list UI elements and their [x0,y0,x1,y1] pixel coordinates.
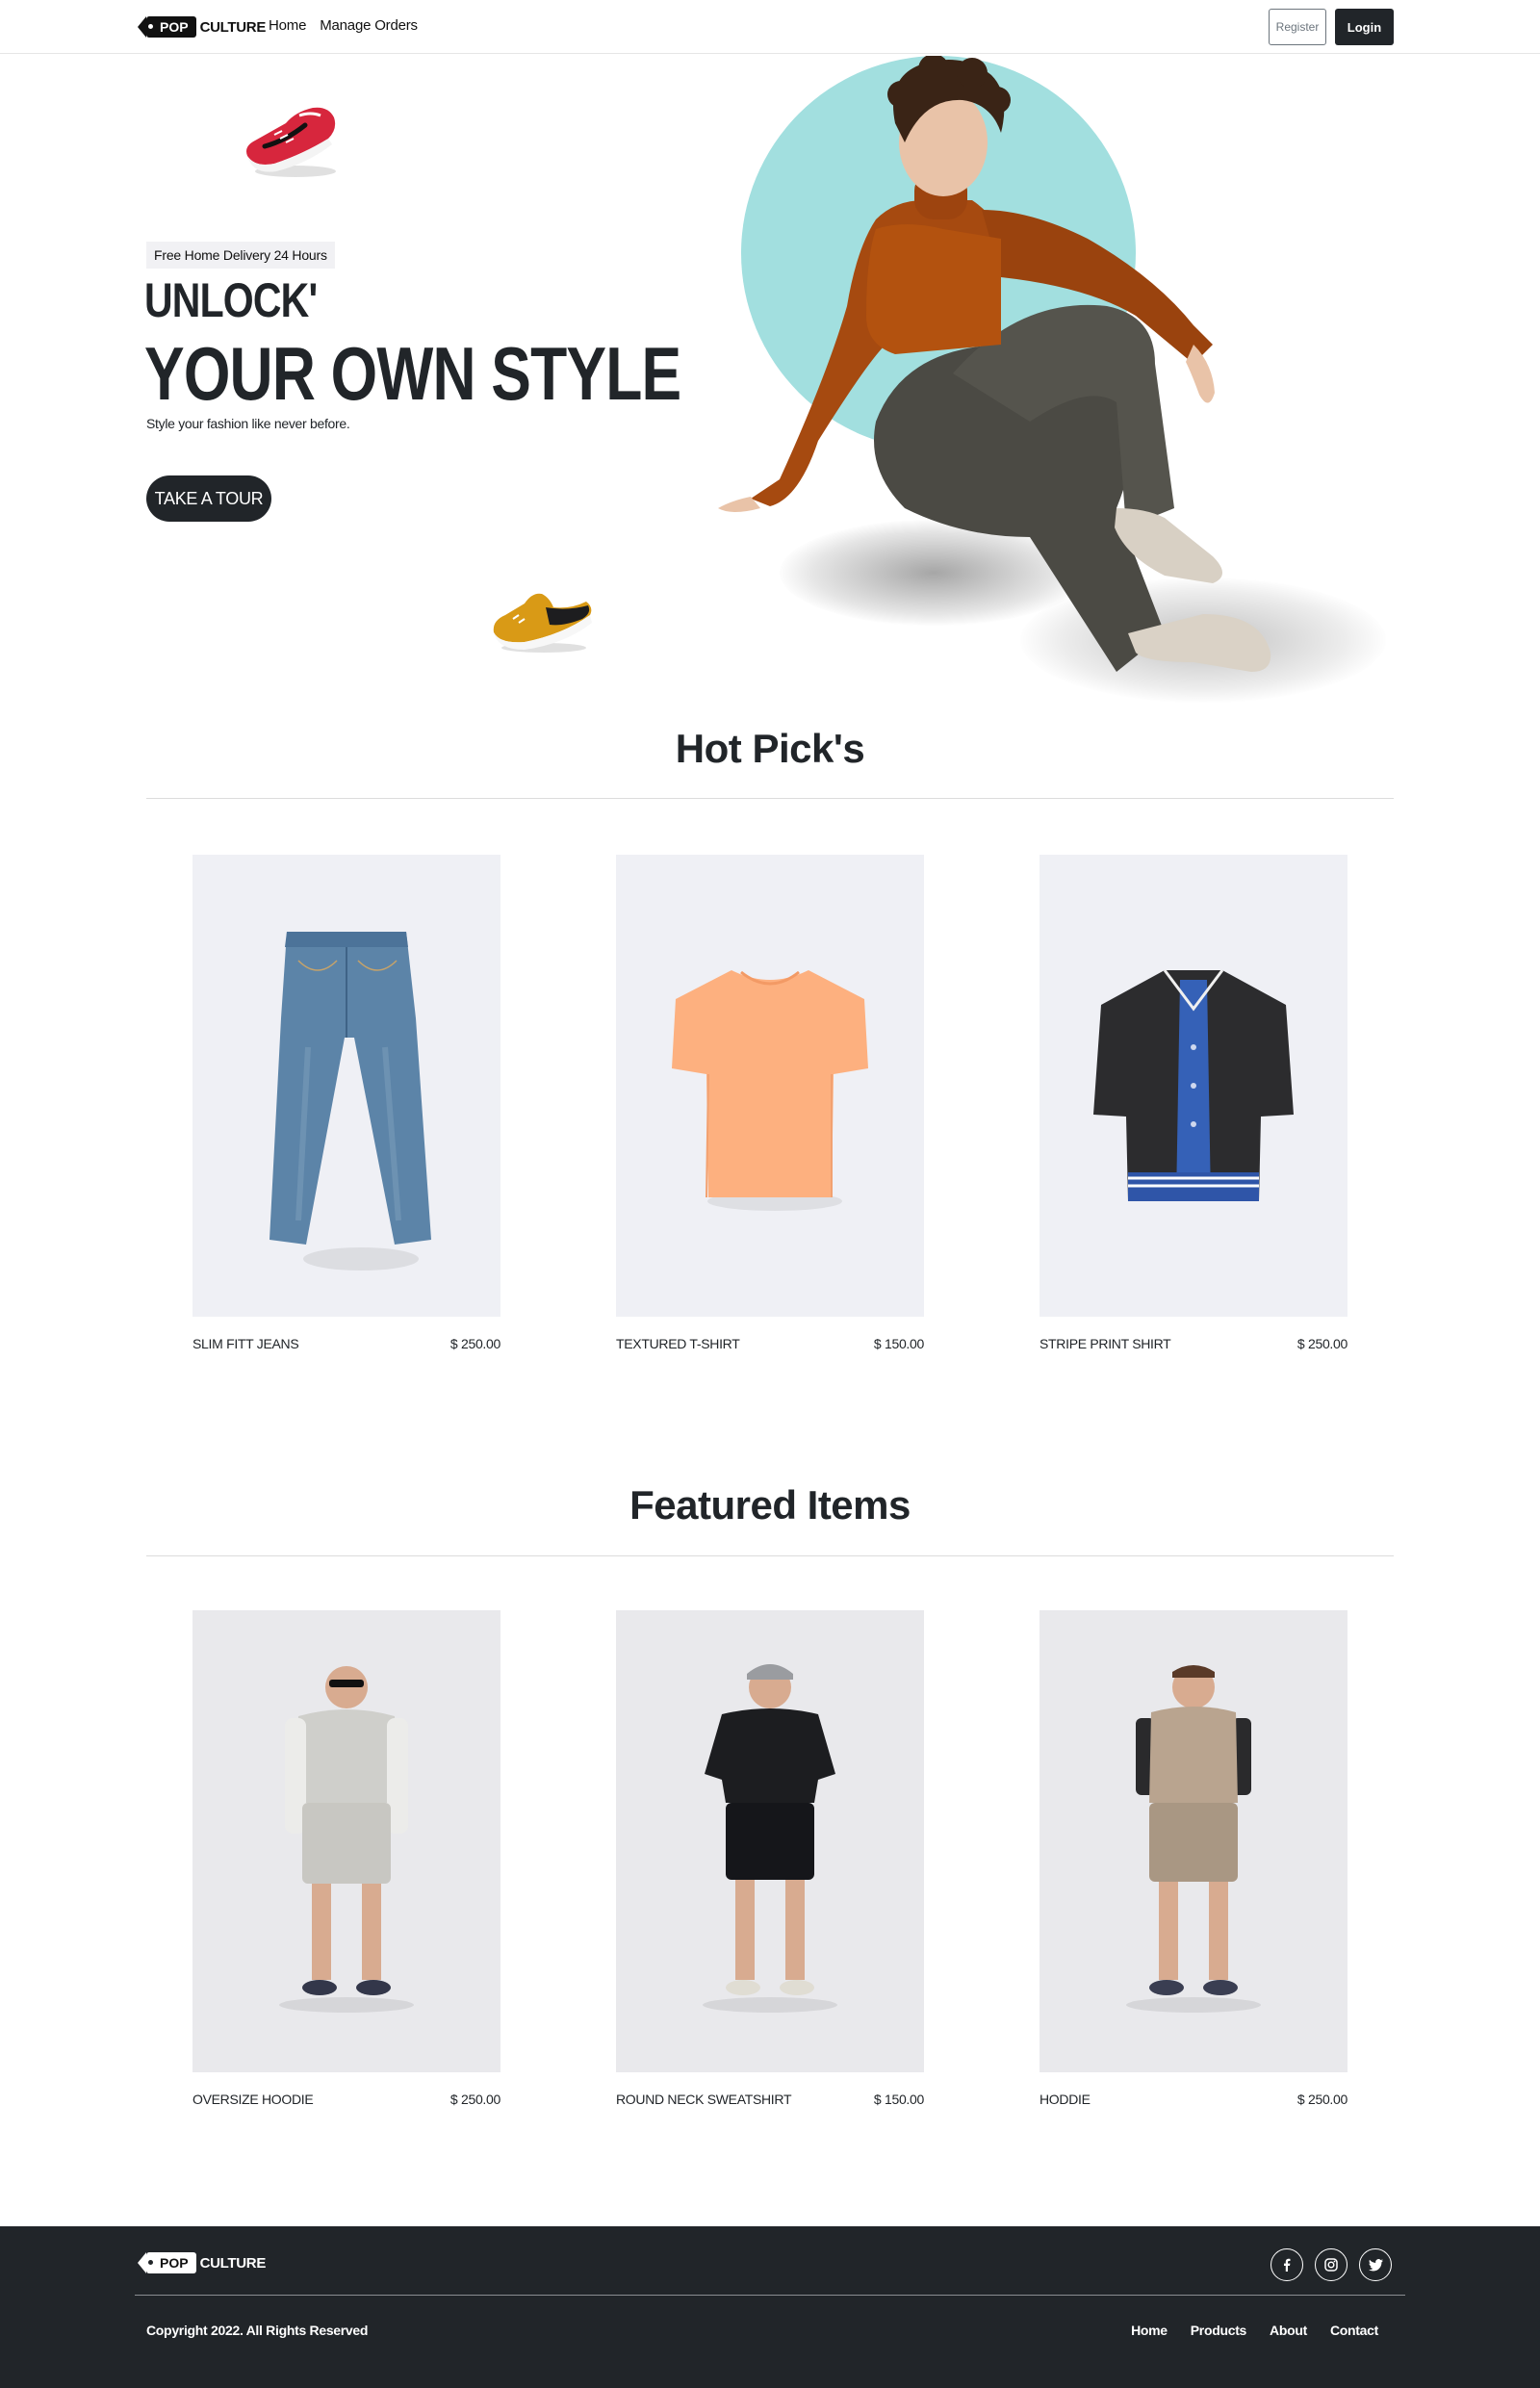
product-image[interactable] [192,855,500,1317]
product-card[interactable]: SLIM FITT JEANS $ 250.00 [192,855,500,1351]
footer-link-contact[interactable]: Contact [1330,2323,1378,2338]
footer-divider [135,2295,1405,2296]
product-image[interactable] [616,855,924,1317]
product-name: ROUND NECK SWEATSHIRT [616,2092,792,2107]
navbar: POP CULTURE Home Manage Orders Register … [0,0,1540,54]
login-button[interactable]: Login [1335,9,1394,45]
hero-model-image [718,56,1271,672]
footer-brand-logo[interactable]: POP CULTURE [138,2252,267,2273]
nav-link-home[interactable]: Home [269,17,306,34]
hero-subtitle: Style your fashion like never before. [146,416,350,431]
footer-brand-tag: POP [138,2252,196,2273]
hot-picks-divider [146,798,1394,799]
product-image[interactable] [192,1610,500,2072]
product-image[interactable] [1040,855,1348,1317]
product-name: OVERSIZE HOODIE [192,2092,314,2107]
sneaker-red-image [246,107,336,177]
product-name: STRIPE PRINT SHIRT [1040,1336,1171,1351]
facebook-icon[interactable] [1270,2248,1303,2281]
product-card[interactable]: STRIPE PRINT SHIRT $ 250.00 [1040,855,1348,1351]
product-card[interactable]: TEXTURED T-SHIRT $ 150.00 [616,855,924,1351]
product-card[interactable]: HODDIE $ 250.00 [1040,1610,1348,2107]
nav-links: Home Manage Orders [269,17,418,34]
brand-logo[interactable]: POP CULTURE [138,14,267,39]
product-card[interactable]: OVERSIZE HOODIE $ 250.00 [192,1610,500,2107]
product-price: $ 250.00 [1296,2092,1348,2107]
jeans-image [270,932,431,1271]
product-price: $ 150.00 [873,2092,924,2107]
delivery-badge: Free Home Delivery 24 Hours [146,242,335,269]
product-image[interactable] [1040,1610,1348,2072]
twitter-icon[interactable] [1359,2248,1392,2281]
product-name: HODDIE [1040,2092,1091,2107]
instagram-icon[interactable] [1315,2248,1348,2281]
footer: POP CULTURE Copyright 2022. All Rights R… [0,2226,1540,2388]
product-price: $ 250.00 [449,2092,500,2107]
tshirt-image [672,970,868,1211]
product-image[interactable] [616,1610,924,2072]
product-card[interactable]: ROUND NECK SWEATSHIRT $ 150.00 [616,1610,924,2107]
footer-links: Home Products About Contact [1131,2323,1378,2338]
product-price: $ 150.00 [873,1336,924,1351]
product-name: SLIM FITT JEANS [192,1336,299,1351]
footer-link-about[interactable]: About [1270,2323,1307,2338]
featured-divider [146,1555,1394,1556]
brand-tag: POP [138,16,196,38]
hot-picks-title: Hot Pick's [675,726,865,771]
hero-title-line1: UNLOCK' [144,273,318,327]
shirt-image [1093,969,1294,1201]
product-price: $ 250.00 [449,1336,500,1351]
model-vest-hoodie-image [1126,1665,1261,2013]
model-hoodie-image [279,1666,414,2013]
nav-link-manage-orders[interactable]: Manage Orders [320,17,418,34]
brand-word: CULTURE [199,18,267,36]
sneaker-yellow-image [493,593,592,653]
footer-brand-word: CULTURE [199,2254,267,2272]
social-links [1270,2248,1392,2281]
product-price: $ 250.00 [1296,1336,1348,1351]
hero-title-line2: YOUR OWN STYLE [144,331,681,416]
product-name: TEXTURED T-SHIRT [616,1336,740,1351]
footer-link-products[interactable]: Products [1191,2323,1247,2338]
model-sweatshirt-image [703,1664,837,2013]
copyright-text: Copyright 2022. All Rights Reserved [146,2323,369,2338]
take-a-tour-button[interactable]: TAKE A TOUR [146,475,271,522]
featured-title: Featured Items [629,1482,911,1528]
footer-link-home[interactable]: Home [1131,2323,1168,2338]
register-button[interactable]: Register [1269,9,1326,45]
